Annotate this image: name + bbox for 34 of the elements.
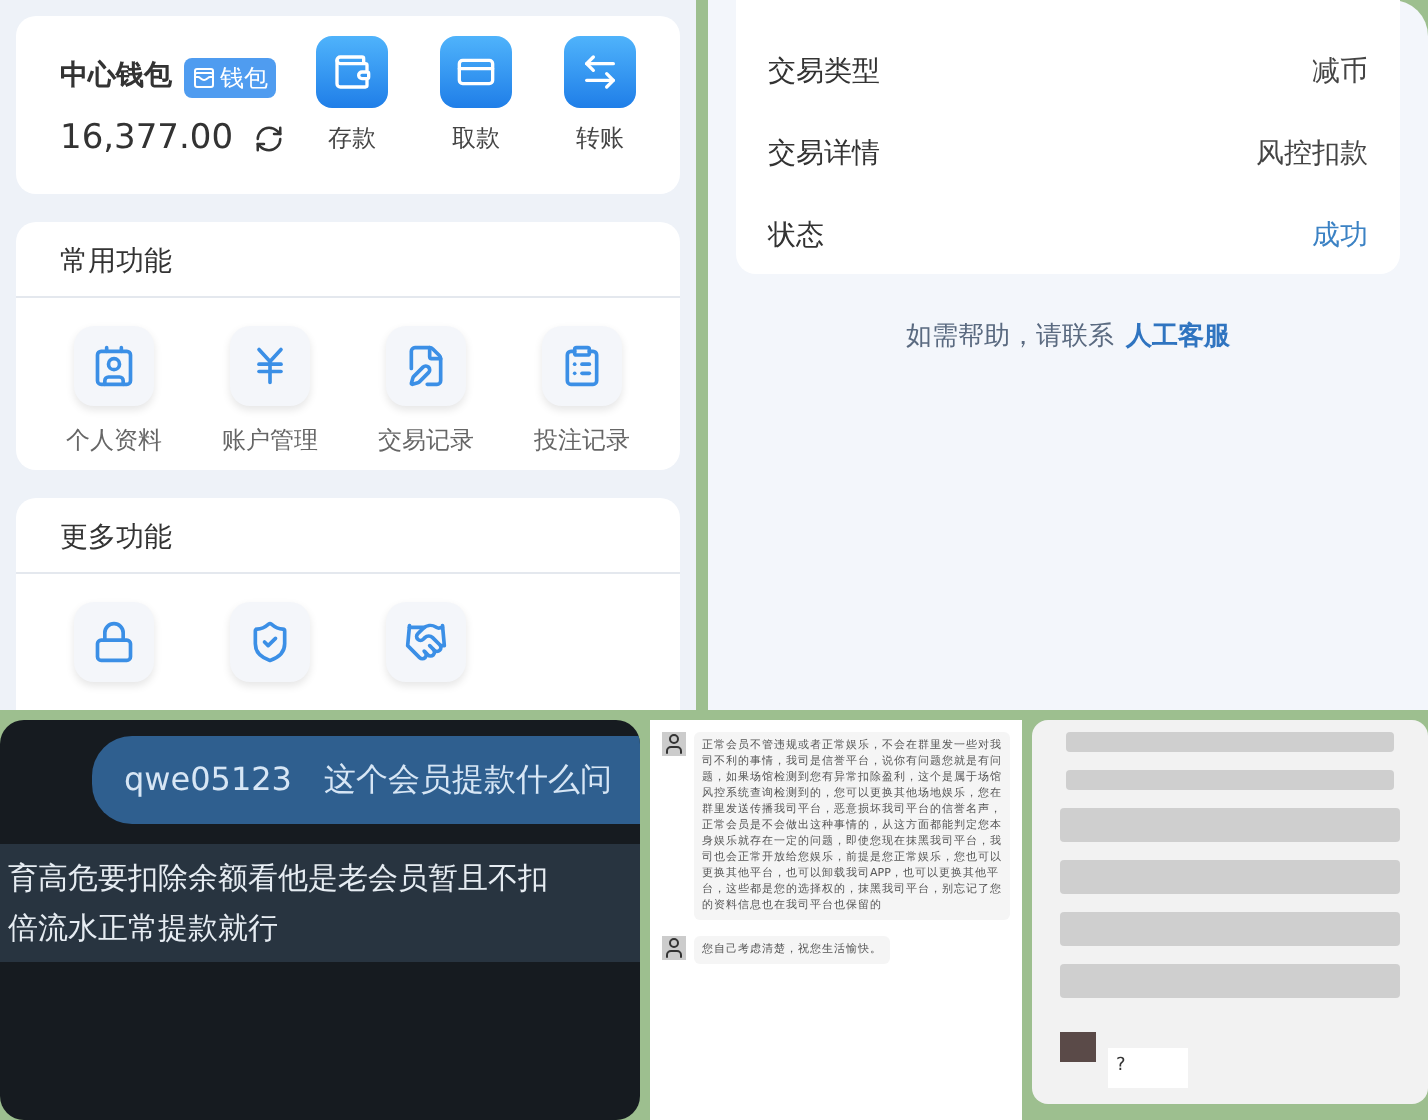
chat-bubble: ? [1108,1048,1188,1087]
reply-text: 育高危要扣除余额看他是老会员暂且不扣 [8,858,550,900]
detail-label: 交易类型 [768,54,880,92]
detail-value: 成功 [1312,218,1368,256]
help-text: 如需帮助，请联系 [906,320,1114,356]
document-pen-icon [404,343,448,387]
avatar-placeholder [1060,1032,1096,1062]
shield-check-icon [248,619,292,663]
avatar-icon [662,936,686,960]
clipboard-icon [560,343,604,387]
detail-label: 交易详情 [768,136,880,174]
refresh-icon[interactable] [253,124,284,155]
username: qwe05123 [124,758,292,802]
function-item[interactable]: 个人资料 [36,325,192,457]
function-item[interactable]: 投注记录 [504,325,660,457]
section-title: 更多功能 [16,497,680,573]
balance-amount: 16,377.00 [60,116,234,162]
function-item[interactable]: 交易记录 [348,325,504,457]
reply-text: 倍流水正常提款就行 [8,907,280,949]
lock-icon [92,619,136,663]
detail-value: 减币 [1312,54,1368,92]
wallet-icon [332,52,372,92]
detail-value: 风控扣款 [1256,136,1368,174]
wallet-title: 中心钱包 [60,57,172,96]
handshake-icon [404,619,448,663]
avatar-icon [662,732,686,756]
transfer-icon [580,52,620,92]
customer-service-link[interactable]: 人工客服 [1126,318,1230,357]
function-item[interactable]: 账户管理 [192,325,348,457]
message-text: 这个会员提款什么问 [323,758,612,802]
id-card-icon [92,343,136,387]
detail-label: 状态 [768,218,824,256]
section-title: 常用功能 [16,221,680,297]
wallet-badge: 钱包 [184,57,276,97]
